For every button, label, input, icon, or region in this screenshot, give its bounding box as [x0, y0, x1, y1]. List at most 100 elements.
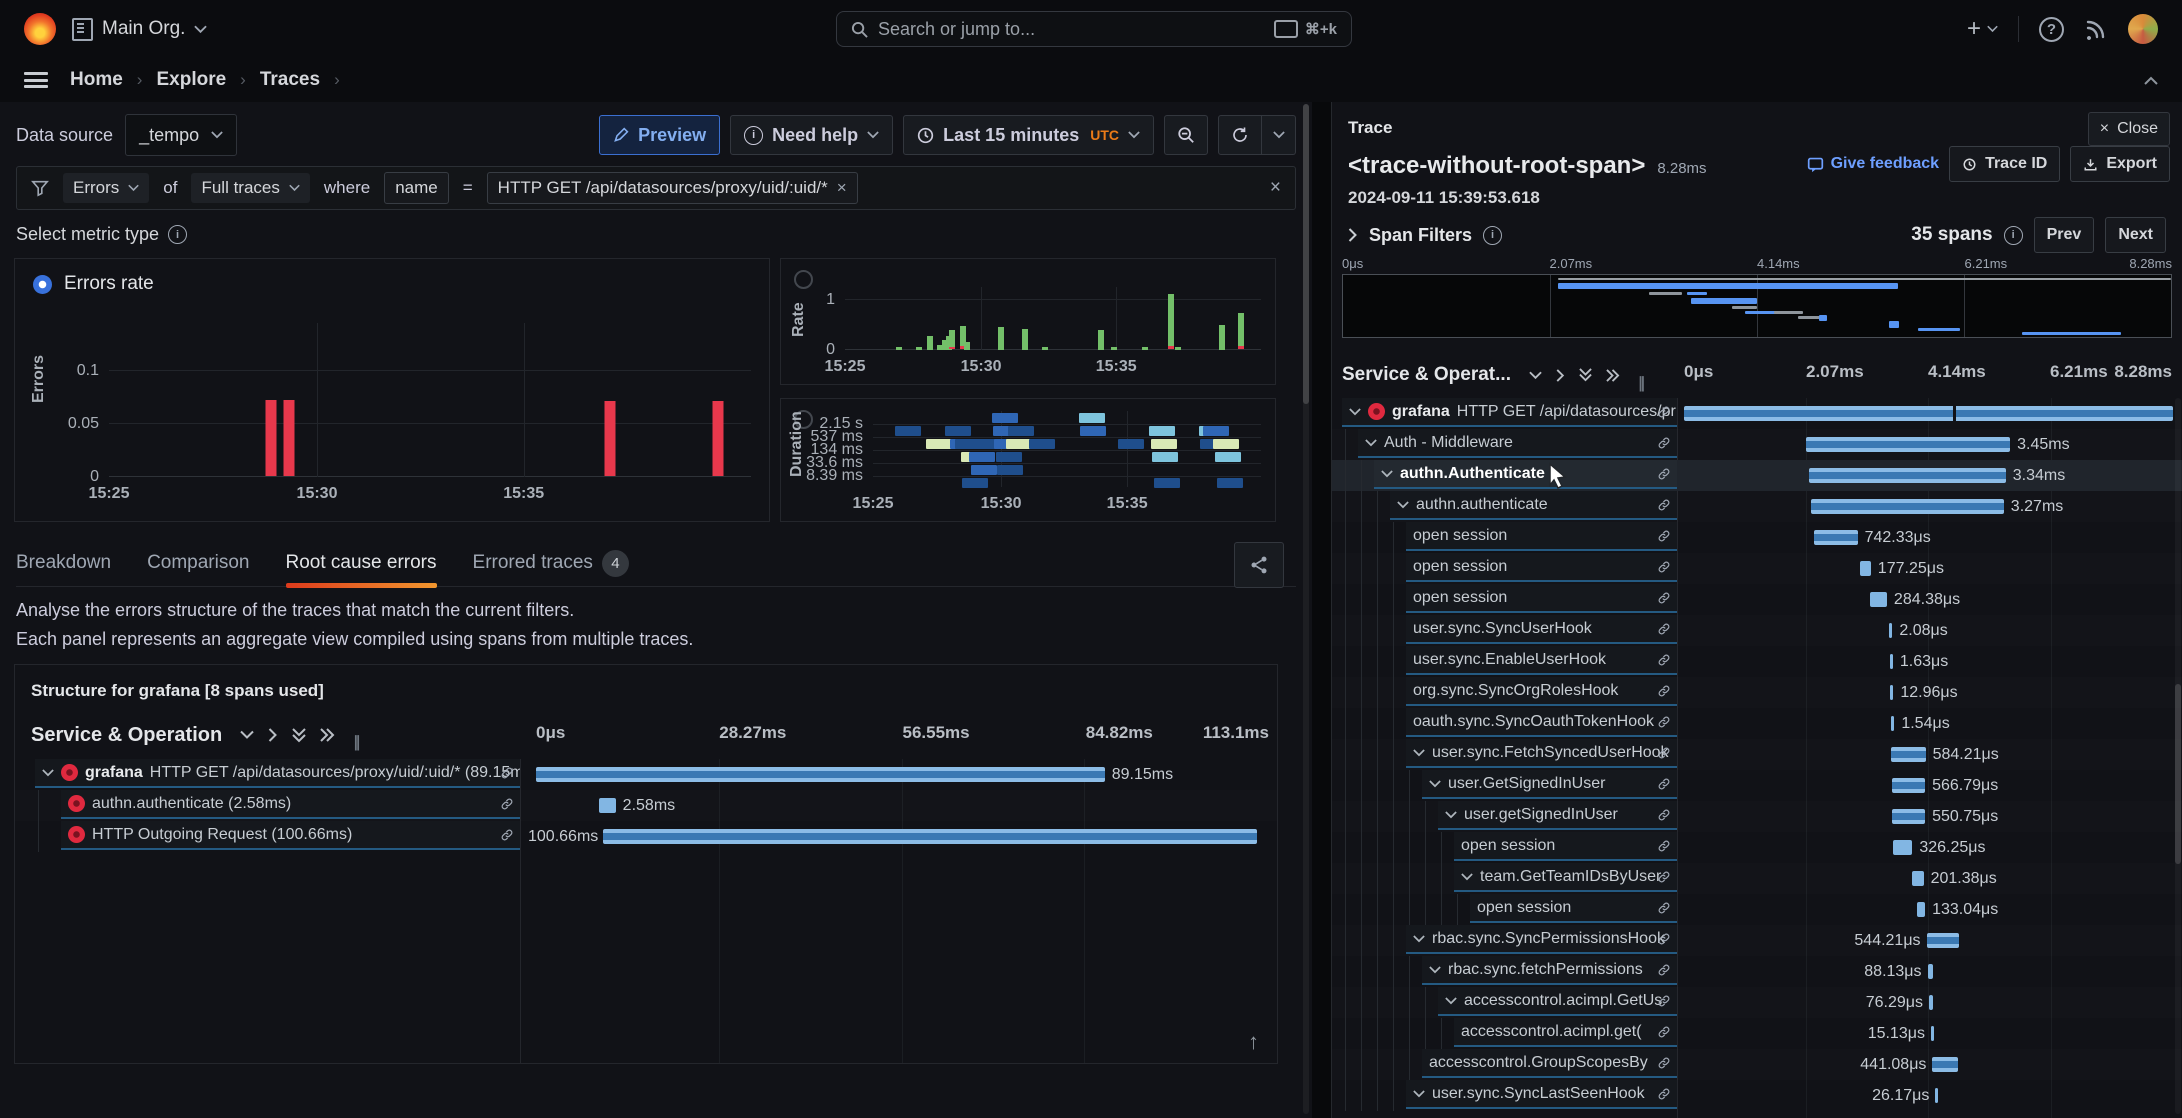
- span-bar[interactable]: [1870, 592, 1887, 607]
- span-name-cell[interactable]: rbac.sync.fetchPermissions: [1422, 956, 1677, 985]
- info-icon[interactable]: [168, 225, 187, 244]
- scroll-top-icon[interactable]: ↑: [1248, 1029, 1259, 1055]
- span-name-cell[interactable]: authn.Authenticate: [1374, 460, 1677, 489]
- collapse-top-icon[interactable]: [2144, 76, 2158, 85]
- clear-filters-icon[interactable]: ×: [1270, 177, 1281, 199]
- link-icon[interactable]: [1657, 1056, 1671, 1070]
- span-row[interactable]: team.GetTeamIDsByUser201.38μs: [1332, 863, 2182, 894]
- span-bar[interactable]: [1892, 778, 1925, 793]
- span-bar[interactable]: [1932, 1057, 1958, 1072]
- news-rss-icon[interactable]: [2084, 17, 2108, 41]
- time-range-picker[interactable]: Last 15 minutes UTC: [903, 115, 1154, 155]
- span-row[interactable]: user.sync.SyncLastSeenHook26.17μs: [1332, 1080, 2182, 1111]
- span-bar[interactable]: [1928, 964, 1933, 979]
- link-icon[interactable]: [1657, 653, 1671, 667]
- chevron-down-icon[interactable]: [42, 769, 54, 777]
- column-resize-handle[interactable]: ∥: [353, 733, 362, 751]
- span-name-cell[interactable]: authn.authenticate: [1390, 491, 1677, 520]
- span-name-cell[interactable]: user.sync.FetchSyncedUserHook: [1406, 739, 1677, 768]
- traces-select[interactable]: Full traces: [191, 173, 309, 203]
- refresh-button[interactable]: [1218, 115, 1262, 155]
- org-switcher[interactable]: Main Org.: [72, 18, 207, 41]
- add-button[interactable]: +: [1967, 15, 1998, 43]
- link-icon[interactable]: [1657, 808, 1671, 822]
- link-icon[interactable]: [1657, 560, 1671, 574]
- span-row[interactable]: user.GetSignedInUser566.79μs: [1332, 770, 2182, 801]
- span-row[interactable]: user.sync.FetchSyncedUserHook584.21μs: [1332, 739, 2182, 770]
- span-name-cell[interactable]: user.getSignedInUser: [1438, 801, 1677, 830]
- span-row[interactable]: authn.authenticate (2.58ms)2.58ms: [15, 790, 1277, 821]
- collapse-all-icon[interactable]: [1579, 368, 1592, 382]
- chevron-down-icon[interactable]: [1413, 935, 1425, 943]
- span-name-cell[interactable]: user.sync.SyncLastSeenHook: [1406, 1080, 1677, 1109]
- span-row[interactable]: accesscontrol.GroupScopesBy441.08μs: [1332, 1049, 2182, 1080]
- trace-id-button[interactable]: Trace ID: [1949, 146, 2060, 182]
- link-icon[interactable]: [1657, 1025, 1671, 1039]
- span-bar[interactable]: [1860, 561, 1871, 576]
- link-icon[interactable]: [1657, 715, 1671, 729]
- chevron-down-icon[interactable]: [1381, 470, 1393, 478]
- tab-errored-traces[interactable]: Errored traces4: [473, 540, 629, 586]
- span-row[interactable]: open session133.04μs: [1332, 894, 2182, 925]
- span-row[interactable]: HTTP Outgoing Request (100.66ms)100.66ms: [15, 821, 1277, 852]
- span-bar[interactable]: [1935, 1088, 1938, 1103]
- breadcrumb-home[interactable]: Home: [70, 69, 123, 91]
- link-icon[interactable]: [1657, 994, 1671, 1008]
- link-icon[interactable]: [500, 766, 514, 780]
- span-bar[interactable]: [1684, 406, 2173, 421]
- span-row[interactable]: user.sync.SyncUserHook2.08μs: [1332, 615, 2182, 646]
- span-name-cell[interactable]: open session: [1406, 553, 1677, 582]
- span-name-cell[interactable]: grafanaHTTP GET /api/datasources/pr: [1342, 398, 1677, 427]
- chevron-down-icon[interactable]: [1445, 997, 1457, 1005]
- filter-value-chip[interactable]: HTTP GET /api/datasources/proxy/uid/:uid…: [487, 172, 858, 204]
- span-name-cell[interactable]: user.sync.EnableUserHook: [1406, 646, 1677, 675]
- span-bar[interactable]: [1891, 716, 1894, 731]
- link-icon[interactable]: [1657, 746, 1671, 760]
- span-row[interactable]: user.sync.EnableUserHook1.63μs: [1332, 646, 2182, 677]
- search-input[interactable]: Search or jump to... ⌘+k: [836, 11, 1352, 47]
- avatar[interactable]: [2128, 14, 2158, 44]
- span-row[interactable]: authn.authenticate3.27ms: [1332, 491, 2182, 522]
- chevron-down-icon[interactable]: [1429, 780, 1441, 788]
- span-name-cell[interactable]: accesscontrol.acimpl.get(: [1454, 1018, 1677, 1047]
- span-row[interactable]: Auth - Middleware3.45ms: [1332, 429, 2182, 460]
- span-bar[interactable]: [1809, 468, 2006, 483]
- refresh-interval-button[interactable]: [1262, 115, 1296, 155]
- link-icon[interactable]: [1657, 901, 1671, 915]
- span-row[interactable]: oauth.sync.SyncOauthTokenHook1.54μs: [1332, 708, 2182, 739]
- span-row[interactable]: rbac.sync.SyncPermissionsHook544.21μs: [1332, 925, 2182, 956]
- link-icon[interactable]: [1657, 436, 1671, 450]
- span-row[interactable]: open session177.25μs: [1332, 553, 2182, 584]
- export-button[interactable]: Export: [2070, 146, 2170, 182]
- span-row[interactable]: open session326.25μs: [1332, 832, 2182, 863]
- span-name-cell[interactable]: org.sync.SyncOrgRolesHook: [1406, 677, 1677, 706]
- chevron-down-icon[interactable]: [1413, 1090, 1425, 1098]
- span-bar[interactable]: [1893, 840, 1912, 855]
- span-row[interactable]: rbac.sync.fetchPermissions88.13μs: [1332, 956, 2182, 987]
- span-name-cell[interactable]: Auth - Middleware: [1358, 429, 1677, 458]
- link-icon[interactable]: [1657, 405, 1671, 419]
- filter-field-chip[interactable]: name: [384, 172, 449, 204]
- breadcrumb-explore[interactable]: Explore: [156, 69, 226, 91]
- span-bar[interactable]: [1917, 902, 1925, 917]
- span-bar[interactable]: [603, 829, 1257, 844]
- chevron-right-icon[interactable]: [1348, 228, 1358, 242]
- tab-breakdown[interactable]: Breakdown: [16, 540, 111, 586]
- zoom-out-button[interactable]: [1164, 115, 1208, 155]
- share-button[interactable]: [1234, 542, 1284, 588]
- span-bar[interactable]: [1890, 685, 1893, 700]
- span-name-cell[interactable]: accesscontrol.GroupScopesBy: [1422, 1049, 1677, 1078]
- left-scrollbar[interactable]: [1303, 104, 1309, 1114]
- span-name-cell[interactable]: user.GetSignedInUser: [1422, 770, 1677, 799]
- link-icon[interactable]: [1657, 839, 1671, 853]
- span-row[interactable]: user.getSignedInUser550.75μs: [1332, 801, 2182, 832]
- give-feedback-link[interactable]: Give feedback: [1807, 155, 1940, 173]
- errors-rate-radio[interactable]: [33, 275, 52, 294]
- need-help-button[interactable]: Need help: [730, 115, 893, 155]
- span-bar[interactable]: [1931, 1026, 1934, 1041]
- grafana-logo[interactable]: [24, 13, 56, 45]
- span-name-cell[interactable]: open session: [1406, 584, 1677, 613]
- link-icon[interactable]: [1657, 777, 1671, 791]
- menu-icon[interactable]: [24, 72, 48, 88]
- chevron-down-icon[interactable]: [1429, 966, 1441, 974]
